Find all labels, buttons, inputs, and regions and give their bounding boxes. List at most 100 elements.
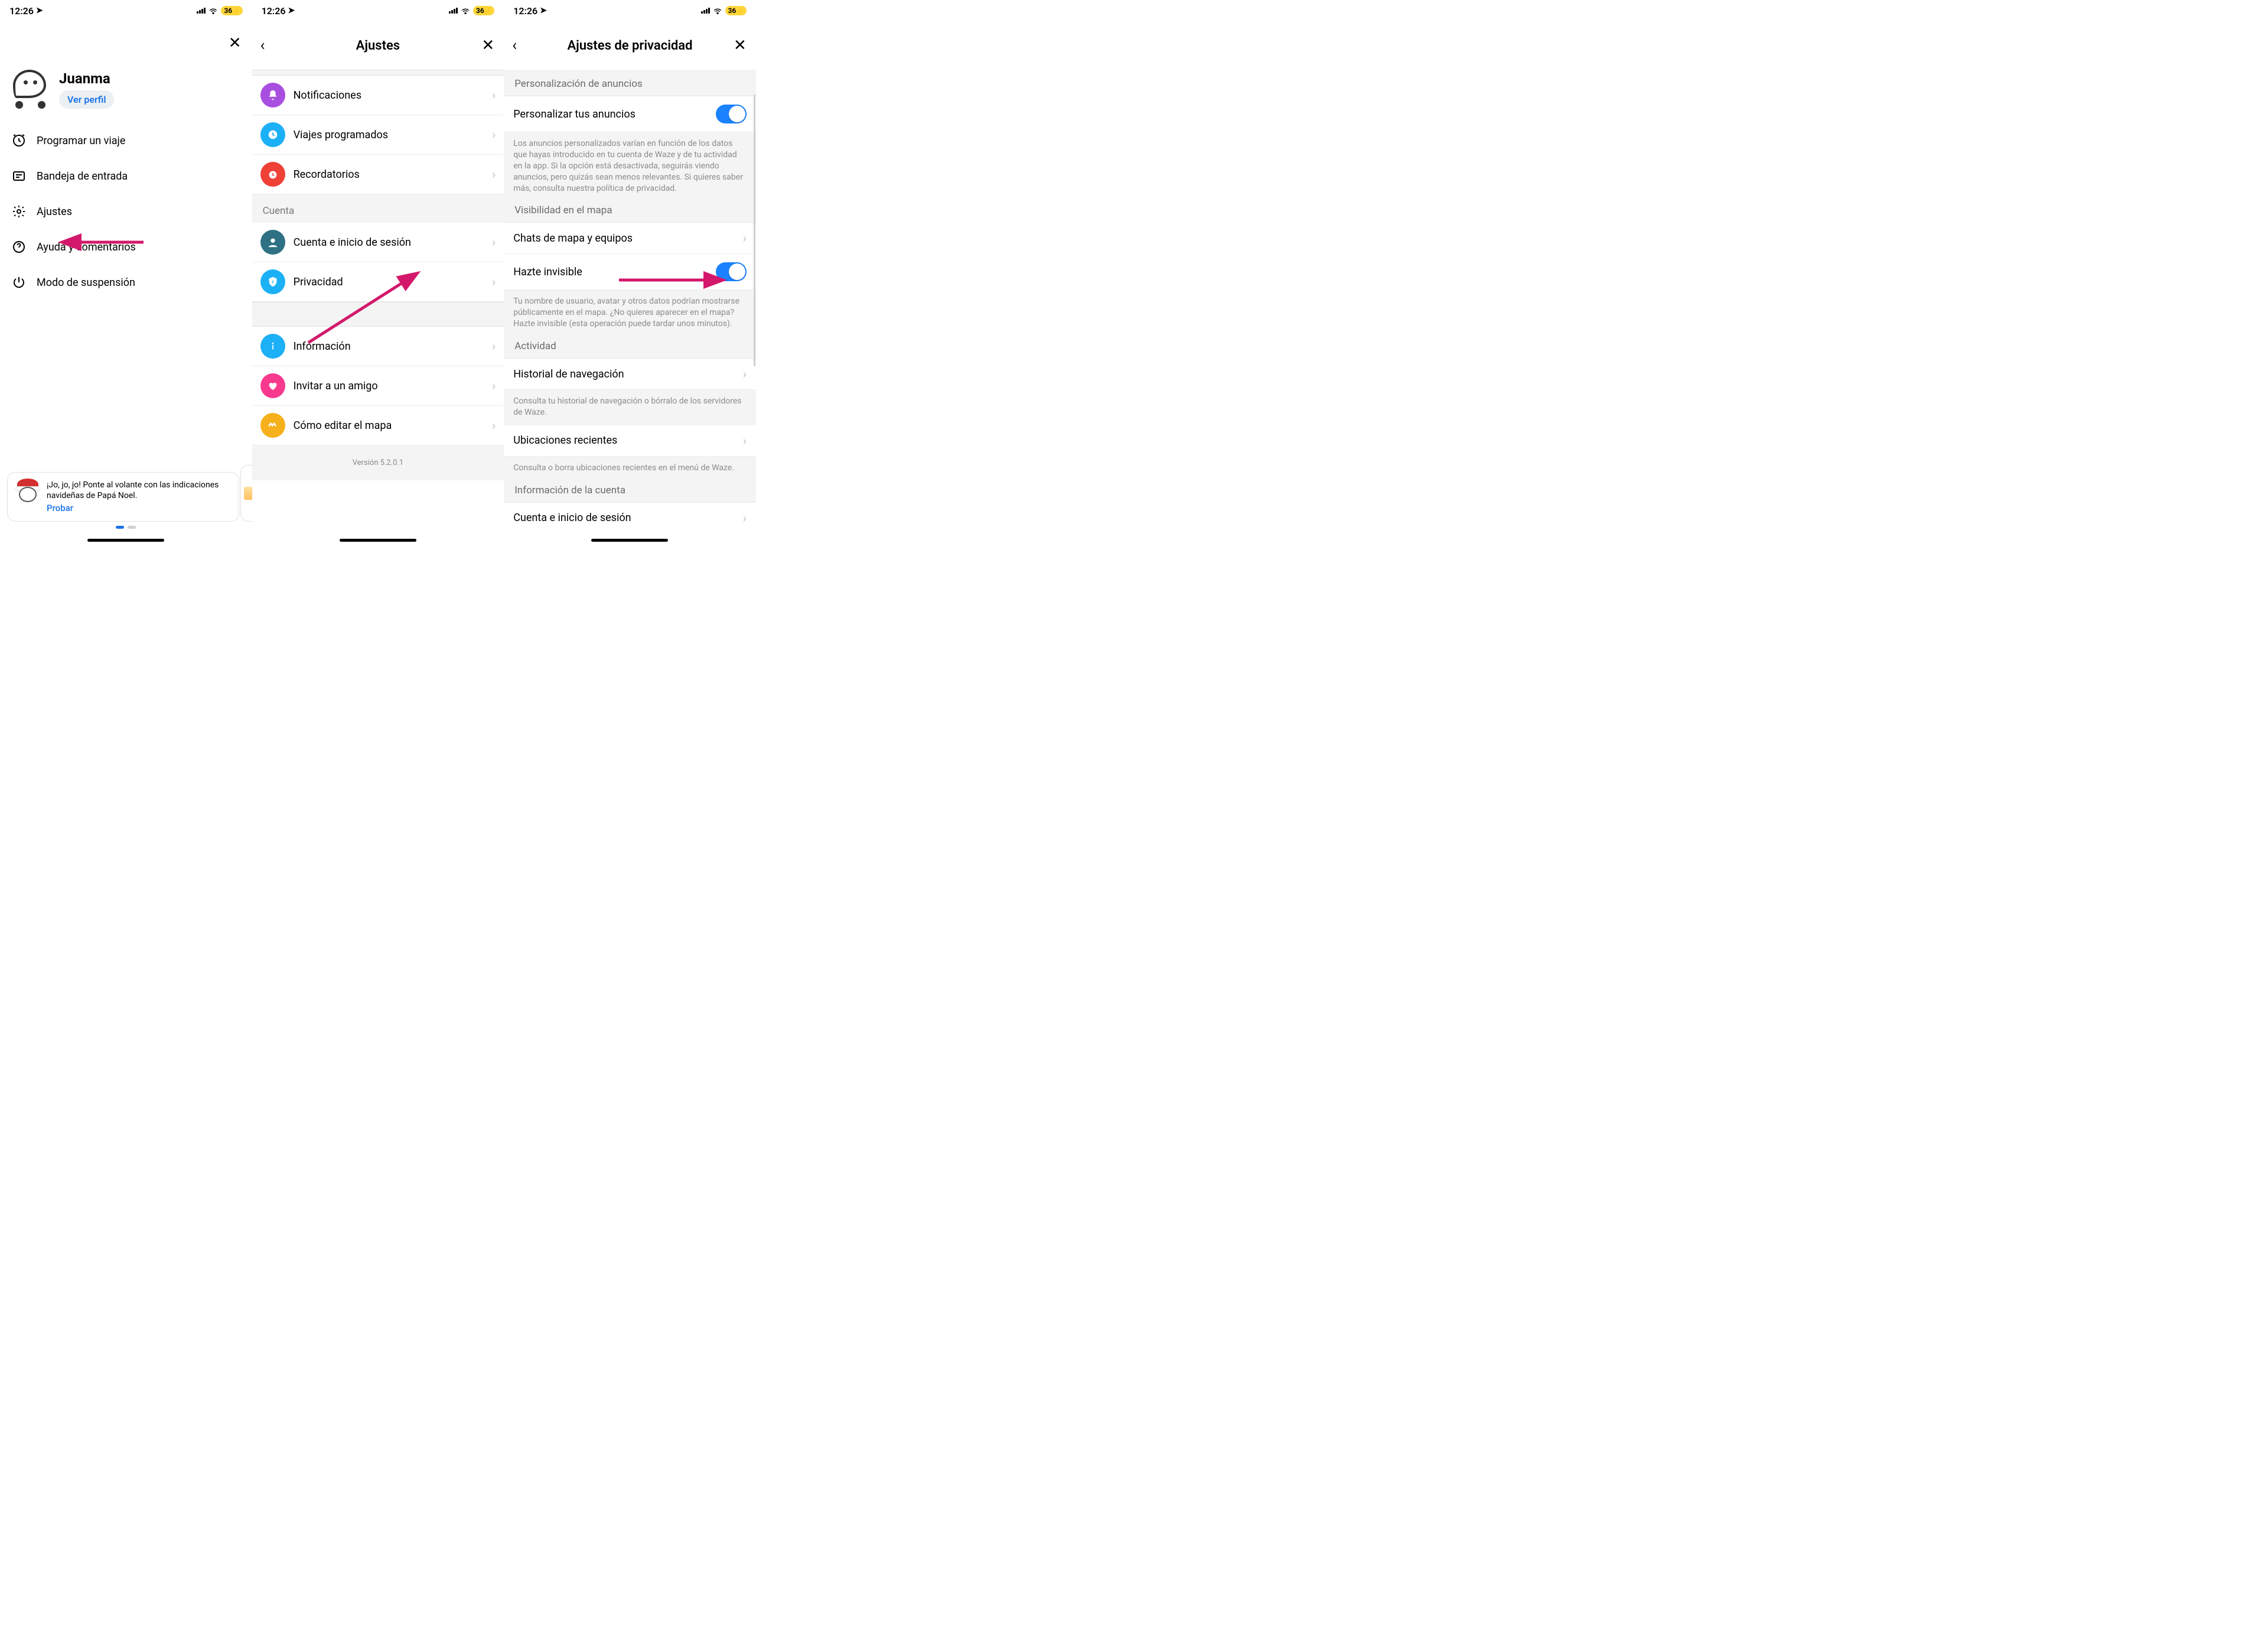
row-label: Cómo editar el mapa	[294, 419, 484, 432]
page-header: ‹ Ajustes ✕	[252, 21, 504, 70]
message-icon	[12, 169, 26, 183]
cell-signal-icon	[449, 8, 458, 14]
menu-item-settings[interactable]: Ajustes	[0, 194, 252, 229]
promo-text: ¡Jo, jo, jo! Ponte al volante con las in…	[47, 480, 219, 500]
pager-dot	[116, 526, 124, 529]
back-button[interactable]: ‹	[512, 37, 517, 54]
status-bar: 12:26 ➤ 36⚡	[504, 0, 756, 21]
status-bar: 12:26 ➤ 36⚡	[0, 0, 252, 21]
chevron-right-icon: ›	[492, 418, 496, 432]
chevron-right-icon: ›	[743, 511, 747, 525]
menu-label: Ayuda y comentarios	[37, 241, 136, 253]
note-recent-locations: Consulta o borra ubicaciones recientes e…	[504, 457, 756, 481]
row-account-login[interactable]: Cuenta e inicio de sesión ›	[252, 223, 504, 262]
row-label: Cuenta e inicio de sesión	[513, 512, 631, 524]
promo-card[interactable]: ¡Jo, jo, jo! Ponte al volante con las in…	[7, 472, 239, 522]
shield-icon	[260, 269, 285, 294]
battery-badge: 36⚡	[221, 6, 242, 15]
power-icon	[12, 275, 26, 289]
close-button[interactable]: ✕	[734, 37, 747, 54]
row-reminders[interactable]: Recordatorios ›	[252, 155, 504, 194]
chevron-right-icon: ›	[743, 231, 747, 245]
note-invisible: Tu nombre de usuario, avatar y otros dat…	[504, 290, 756, 337]
chevron-right-icon: ›	[492, 128, 496, 142]
menu-item-schedule-trip[interactable]: Programar un viaje	[0, 123, 252, 158]
bell-icon	[260, 83, 285, 108]
row-label: Información	[294, 340, 484, 353]
chevron-right-icon: ›	[492, 167, 496, 181]
view-profile-button[interactable]: Ver perfil	[59, 90, 114, 109]
row-notifications[interactable]: Notificaciones ›	[252, 76, 504, 115]
section-header-map-visibility: Visibilidad en el mapa	[504, 201, 756, 223]
toggle-go-invisible[interactable]	[716, 262, 747, 281]
menu-item-help[interactable]: Ayuda y comentarios	[0, 229, 252, 265]
menu-item-inbox[interactable]: Bandeja de entrada	[0, 158, 252, 194]
santa-icon	[16, 480, 40, 503]
row-label: Recordatorios	[294, 168, 484, 181]
chevron-right-icon: ›	[492, 379, 496, 393]
battery-badge: 36⚡	[725, 6, 747, 15]
heart-icon	[260, 373, 285, 398]
section-header-activity: Actividad	[504, 337, 756, 359]
status-time: 12:26	[262, 5, 286, 17]
pager-dot	[128, 526, 136, 529]
promo-cta-link[interactable]: Probar	[47, 503, 230, 515]
menu-label: Ajustes	[37, 206, 72, 218]
row-personalize-ads: Personalizar tus anuncios	[504, 96, 756, 132]
row-label: Privacidad	[294, 276, 484, 288]
location-arrow-icon: ➤	[540, 6, 547, 15]
scroll-indicator[interactable]	[754, 95, 755, 366]
promo-peek-icon	[244, 487, 252, 500]
screen-profile: 12:26 ➤ 36⚡ ✕ Juanma Ver perfil Programa…	[0, 0, 252, 545]
close-button[interactable]: ✕	[481, 37, 494, 54]
promo-card-next-peek[interactable]	[240, 465, 252, 522]
section-header-account-info: Información de la cuenta	[504, 481, 756, 503]
chevron-right-icon: ›	[743, 434, 747, 448]
page-title: Ajustes de privacidad	[567, 38, 692, 53]
row-privacy[interactable]: Privacidad ›	[252, 262, 504, 302]
row-information[interactable]: Información ›	[252, 327, 504, 366]
row-account-login[interactable]: Cuenta e inicio de sesión ›	[504, 503, 756, 533]
waze-logo-icon	[260, 413, 285, 438]
page-title: Ajustes	[356, 38, 400, 53]
row-label: Hazte invisible	[513, 266, 582, 278]
row-label: Historial de navegación	[513, 368, 624, 380]
status-time: 12:26	[513, 5, 537, 17]
version-label: Versión 5.2.0.1	[252, 445, 504, 480]
row-recent-locations[interactable]: Ubicaciones recientes ›	[504, 425, 756, 457]
home-indicator[interactable]	[591, 539, 668, 542]
screen-ajustes: 12:26 ➤ 36⚡ ‹ Ajustes ✕ Notificaciones ›…	[252, 0, 504, 545]
section-header-ads: Personalización de anuncios	[504, 70, 756, 96]
home-indicator[interactable]	[87, 539, 164, 542]
toggle-personalize-ads[interactable]	[716, 105, 747, 123]
menu-item-sleep-mode[interactable]: Modo de suspensión	[0, 265, 252, 300]
home-indicator[interactable]	[340, 539, 416, 542]
user-icon	[260, 230, 285, 255]
chevron-right-icon: ›	[743, 367, 747, 381]
location-arrow-icon: ➤	[36, 6, 43, 15]
row-invite-friend[interactable]: Invitar a un amigo ›	[252, 366, 504, 406]
clock-icon	[260, 122, 285, 147]
profile-name: Juanma	[59, 70, 114, 87]
row-edit-map[interactable]: Cómo editar el mapa ›	[252, 406, 504, 445]
row-label: Viajes programados	[294, 129, 484, 141]
chevron-right-icon: ›	[492, 339, 496, 353]
menu-label: Bandeja de entrada	[37, 170, 128, 183]
close-icon[interactable]: ✕	[229, 34, 242, 52]
status-time: 12:26	[9, 5, 34, 17]
clock-arrow-icon	[12, 134, 26, 148]
row-label: Cuenta e inicio de sesión	[294, 236, 484, 249]
page-header: ‹ Ajustes de privacidad ✕	[504, 21, 756, 70]
row-nav-history[interactable]: Historial de navegación ›	[504, 359, 756, 390]
gear-icon	[12, 204, 26, 219]
back-button[interactable]: ‹	[260, 37, 265, 54]
alarm-icon	[260, 162, 285, 187]
note-nav-history: Consulta tu historial de navegación o bó…	[504, 390, 756, 425]
row-label: Personalizar tus anuncios	[513, 108, 636, 121]
row-map-chat[interactable]: Chats de mapa y equipos ›	[504, 223, 756, 254]
status-bar: 12:26 ➤ 36⚡	[252, 0, 504, 21]
menu-label: Modo de suspensión	[37, 276, 135, 289]
cell-signal-icon	[701, 8, 710, 14]
row-planned-trips[interactable]: Viajes programados ›	[252, 115, 504, 155]
screen-privacy: 12:26 ➤ 36⚡ ‹ Ajustes de privacidad ✕ Pe…	[504, 0, 756, 545]
